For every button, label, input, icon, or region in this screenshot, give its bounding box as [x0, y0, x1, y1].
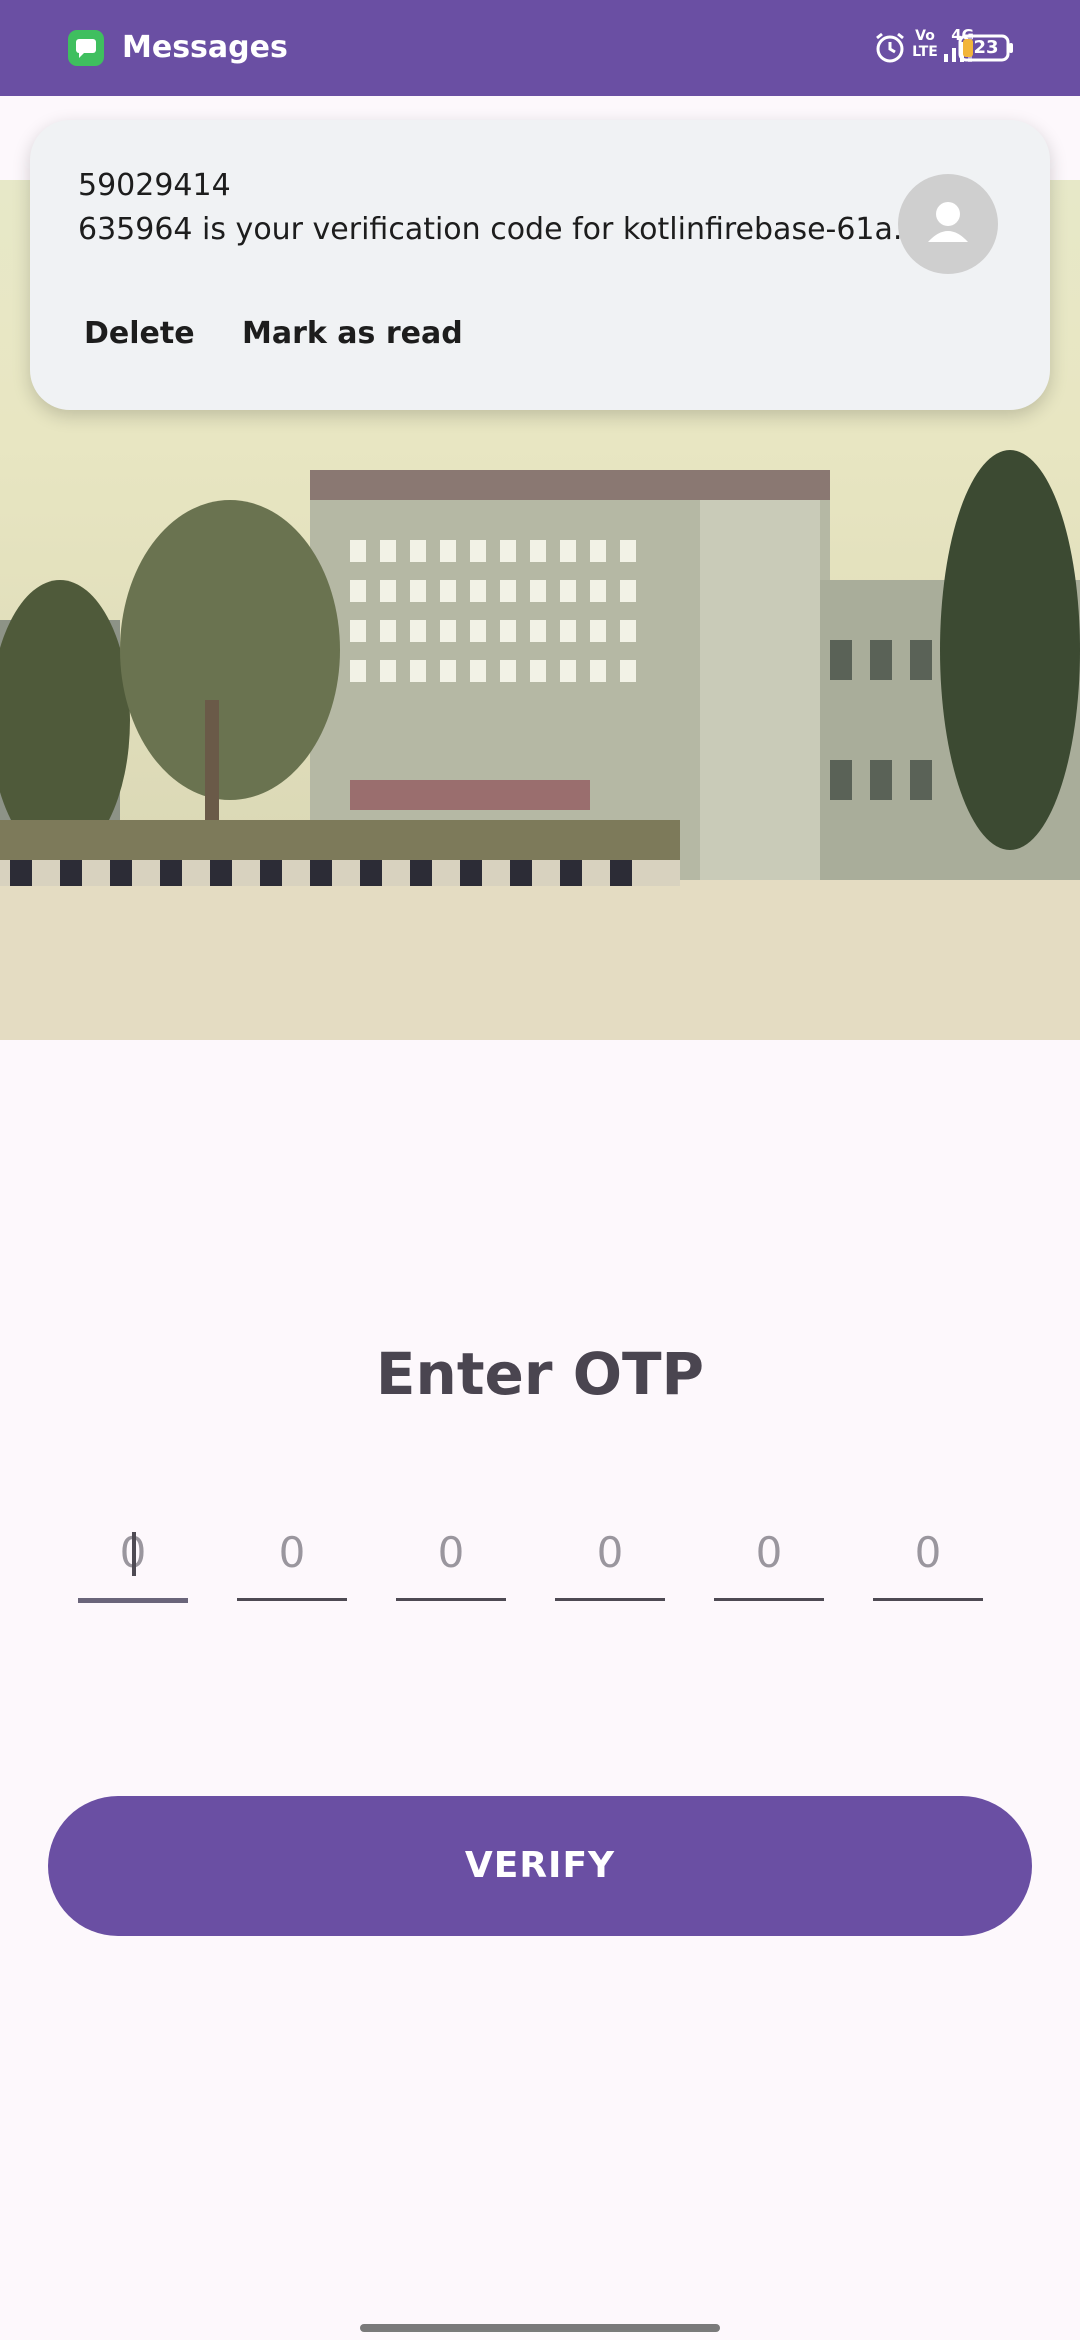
notification-message: 635964 is your verification code for kot… [78, 212, 908, 247]
messages-app-icon [68, 30, 104, 66]
notification-sender: 59029414 [78, 168, 231, 203]
otp-digit-5[interactable]: 0 [714, 1518, 824, 1601]
sms-notification-card[interactable]: 59029414 635964 is your verification cod… [30, 120, 1050, 410]
otp-title: Enter OTP [375, 1340, 705, 1408]
otp-input-row: 0 0 0 0 0 0 [78, 1518, 984, 1603]
delete-button[interactable]: Delete [84, 316, 195, 351]
otp-digit-4[interactable]: 0 [555, 1518, 665, 1601]
otp-digit-2[interactable]: 0 [237, 1518, 347, 1601]
status-app-name: Messages [122, 30, 288, 65]
otp-digit-3[interactable]: 0 [396, 1518, 506, 1601]
volte-indicator: Vo LTE [912, 28, 938, 60]
alarm-icon [876, 32, 904, 63]
contact-avatar-icon [898, 174, 998, 274]
mark-as-read-button[interactable]: Mark as read [242, 316, 463, 351]
home-indicator[interactable] [360, 2324, 720, 2332]
verify-button[interactable]: VERIFY [48, 1796, 1032, 1936]
status-bar: Messages Vo LTE 4G 23 [0, 0, 1080, 96]
otp-digit-6[interactable]: 0 [873, 1518, 983, 1601]
battery-level: 23 [973, 37, 999, 58]
text-cursor [132, 1532, 136, 1576]
